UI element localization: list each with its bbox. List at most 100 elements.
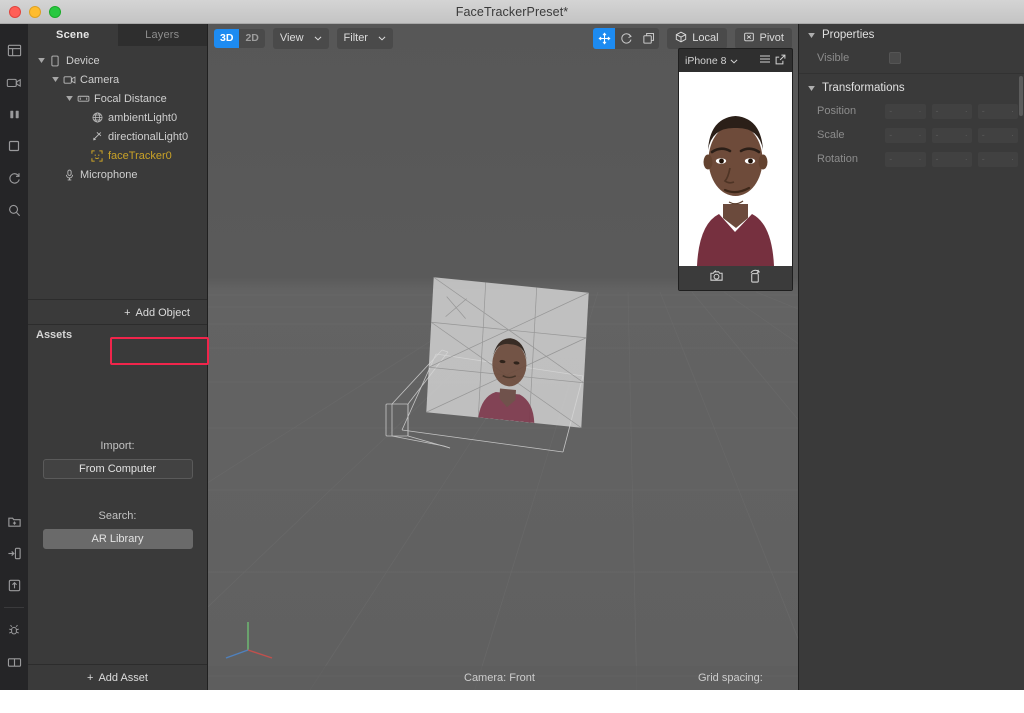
- chevron-down-icon[interactable]: [730, 55, 738, 67]
- add-object-button[interactable]: + Add Object: [107, 299, 207, 326]
- camera-status: Camera: Front: [464, 672, 535, 684]
- search-icon[interactable]: [0, 194, 28, 226]
- properties-scrollbar-thumb[interactable]: [1019, 76, 1023, 116]
- field-value: -: [935, 130, 939, 140]
- property-row-visible[interactable]: Visible: [799, 46, 1024, 70]
- properties-section-title: Properties: [822, 29, 875, 41]
- tree-item-label: ambientLight0: [108, 111, 178, 124]
- send-to-device-icon[interactable]: [0, 537, 28, 569]
- add-folder-icon[interactable]: [0, 505, 28, 537]
- property-row-position[interactable]: Position - · - · - ·: [799, 99, 1024, 123]
- export-icon[interactable]: [0, 569, 28, 601]
- property-row-rotation[interactable]: Rotation - · - · - ·: [799, 147, 1024, 171]
- position-y-input[interactable]: - ·: [931, 103, 972, 119]
- tree-item-ambientlight0[interactable]: ambientLight0: [28, 108, 207, 127]
- tree-item-facetracker0[interactable]: faceTracker0: [28, 146, 207, 165]
- plus-icon: +: [87, 671, 94, 684]
- transformations-section-title: Transformations: [822, 82, 905, 94]
- tab-layers[interactable]: Layers: [117, 24, 207, 46]
- directional-light-icon: [89, 131, 105, 142]
- rotation-z-input[interactable]: - ·: [977, 151, 1018, 167]
- layout-icon[interactable]: [0, 34, 28, 66]
- open-external-icon[interactable]: [775, 54, 786, 68]
- video-camera-icon[interactable]: [0, 66, 28, 98]
- transform-tool-group[interactable]: [593, 27, 660, 49]
- device-preview-screen[interactable]: [679, 72, 792, 266]
- scale-tool-icon[interactable]: [637, 27, 660, 49]
- tree-item-focal-distance[interactable]: Focal Distance: [28, 89, 207, 108]
- field-value: -: [981, 106, 985, 116]
- field-unit: ·: [918, 154, 922, 164]
- position-x-input[interactable]: - ·: [885, 103, 926, 119]
- tree-item-device[interactable]: Device: [28, 51, 207, 70]
- pause-icon[interactable]: [0, 98, 28, 130]
- viewport-status-bar: Camera: Front Grid spacing:: [208, 666, 798, 690]
- chevron-down-icon[interactable]: [64, 93, 75, 104]
- mode-3d-button[interactable]: 3D: [214, 28, 240, 48]
- pivot-button[interactable]: Pivot: [734, 27, 792, 49]
- left-toolbar-rail: [0, 24, 28, 690]
- switch-camera-icon[interactable]: [709, 269, 724, 288]
- tab-scene[interactable]: Scene: [28, 24, 118, 46]
- section-divider: [799, 73, 1024, 74]
- assets-header: Assets: [28, 325, 207, 345]
- device-preview-panel[interactable]: iPhone 8: [678, 48, 793, 291]
- face-tracker-plane[interactable]: [426, 277, 589, 428]
- property-row-scale[interactable]: Scale - · - · - ·: [799, 123, 1024, 147]
- field-unit: ·: [918, 106, 922, 116]
- field-value: -: [935, 154, 939, 164]
- title-bar: FaceTrackerPreset*: [0, 0, 1024, 24]
- application-window: FaceTrackerPreset* Scene Layers Device C…: [0, 0, 1024, 690]
- rotation-x-input[interactable]: - ·: [885, 151, 926, 167]
- device-name-label[interactable]: iPhone 8: [685, 55, 726, 67]
- view-dropdown[interactable]: View: [272, 27, 329, 49]
- rotate-device-icon[interactable]: [748, 269, 762, 288]
- move-tool-icon[interactable]: [593, 27, 616, 49]
- square-icon[interactable]: [0, 130, 28, 162]
- properties-section-header[interactable]: Properties: [799, 24, 1024, 46]
- scale-y-input[interactable]: - ·: [931, 127, 972, 143]
- refresh-icon[interactable]: [0, 162, 28, 194]
- assets-body[interactable]: Import: From Computer Search: AR Library: [28, 345, 207, 664]
- rotate-tool-icon[interactable]: [615, 27, 638, 49]
- filter-dropdown[interactable]: Filter: [336, 27, 393, 49]
- scene-tree: Device Camera Focal Distance ambientLigh…: [28, 46, 207, 184]
- visible-checkbox[interactable]: [889, 52, 901, 64]
- ar-library-button[interactable]: AR Library: [42, 529, 193, 549]
- bug-icon[interactable]: [0, 614, 28, 646]
- tree-item-camera[interactable]: Camera: [28, 70, 207, 89]
- focal-distance-icon: [75, 94, 91, 103]
- add-asset-button[interactable]: + Add Asset: [28, 664, 207, 690]
- scale-x-input[interactable]: - ·: [885, 127, 926, 143]
- axis-gizmo: [225, 622, 273, 659]
- tree-item-microphone[interactable]: Microphone: [28, 165, 207, 184]
- import-from-computer-button[interactable]: From Computer: [42, 459, 193, 479]
- rotation-y-input[interactable]: - ·: [931, 151, 972, 167]
- hamburger-menu-icon[interactable]: [759, 54, 771, 67]
- face-tracker-icon: [89, 149, 105, 162]
- field-value: -: [889, 106, 893, 116]
- chevron-down-icon[interactable]: [808, 31, 815, 40]
- tree-item-directionallight0[interactable]: directionalLight0: [28, 127, 207, 146]
- tree-item-label: Microphone: [80, 168, 138, 181]
- tree-item-label: Device: [66, 54, 100, 67]
- field-unit: ·: [964, 130, 968, 140]
- scale-label: Scale: [817, 129, 845, 141]
- field-unit: ·: [964, 106, 968, 116]
- field-value: -: [935, 106, 939, 116]
- mode-2d-button[interactable]: 2D: [239, 28, 265, 48]
- dimension-mode-toggle[interactable]: 3D 2D: [214, 28, 265, 48]
- chevron-down-icon[interactable]: [50, 74, 61, 85]
- scale-z-input[interactable]: - ·: [977, 127, 1018, 143]
- local-space-button[interactable]: Local: [667, 27, 727, 49]
- console-panel-icon[interactable]: [0, 646, 28, 678]
- chevron-down-icon[interactable]: [36, 55, 47, 66]
- import-label: Import:: [100, 440, 135, 452]
- camera-icon: [61, 75, 77, 85]
- position-z-input[interactable]: - ·: [977, 103, 1018, 119]
- tree-item-label: directionalLight0: [108, 130, 189, 143]
- pivot-icon: [743, 31, 755, 46]
- transformations-section-header[interactable]: Transformations: [799, 77, 1024, 99]
- chevron-down-icon[interactable]: [808, 84, 815, 93]
- filter-dropdown-label: Filter: [343, 32, 368, 44]
